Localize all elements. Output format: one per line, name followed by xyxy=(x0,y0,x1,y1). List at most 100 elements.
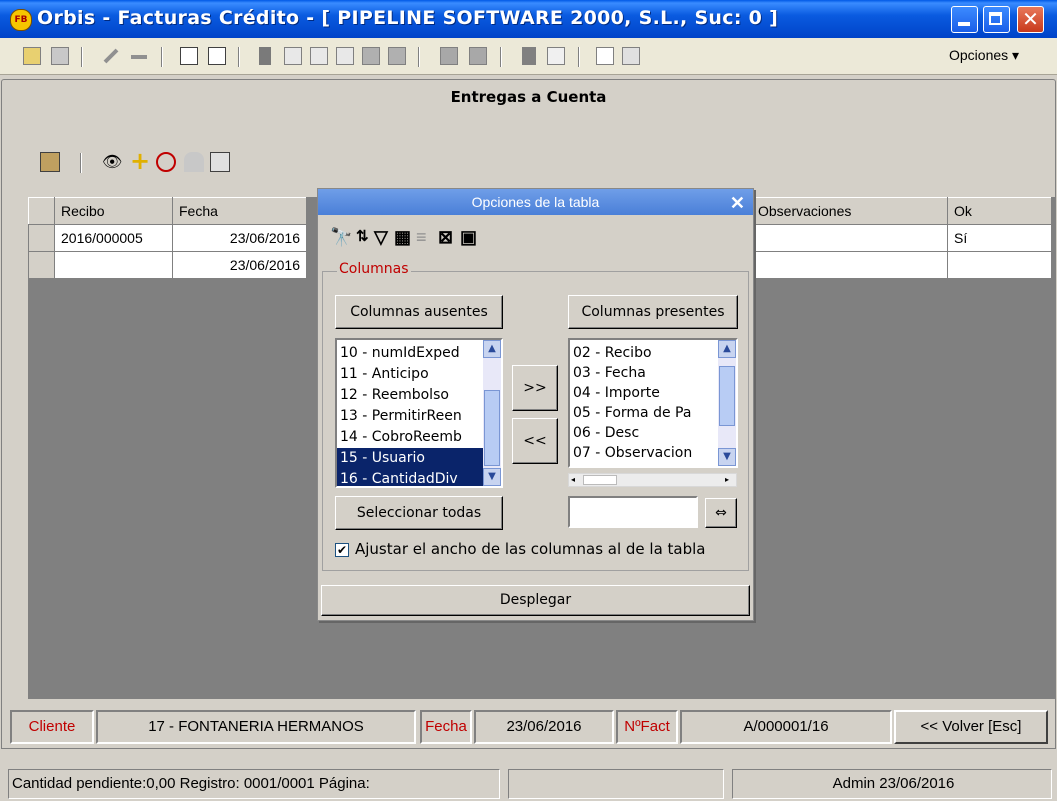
cell-observaciones[interactable] xyxy=(751,224,948,252)
print-icon[interactable] xyxy=(208,47,226,65)
document-lines-icon[interactable] xyxy=(310,47,328,65)
excel-icon[interactable]: ⊠ xyxy=(438,227,453,247)
sort-icon[interactable]: ⇅ xyxy=(356,227,369,247)
list-item[interactable]: 05 - Forma de Pa xyxy=(570,403,736,423)
minimize-button[interactable] xyxy=(951,6,978,33)
present-columns-list[interactable]: 02 - Recibo 03 - Fecha 04 - Importe 05 -… xyxy=(568,338,738,468)
column-search-input[interactable] xyxy=(568,496,698,528)
present-list-hscrollbar[interactable]: ◂ ▸ xyxy=(568,473,737,487)
column-header-fecha[interactable]: Fecha xyxy=(172,197,307,225)
chart-icon[interactable] xyxy=(547,47,565,65)
scroll-thumb[interactable] xyxy=(484,390,500,466)
cell-ok[interactable]: Sí xyxy=(947,224,1052,252)
adjust-width-checkbox[interactable]: ✔ xyxy=(335,543,349,557)
column-header-ok[interactable]: Ok xyxy=(947,197,1052,225)
scroll-down-icon[interactable]: ▼ xyxy=(718,448,736,466)
close-button[interactable]: ✕ xyxy=(1017,6,1044,33)
list-item[interactable]: 14 - CobroReemb xyxy=(337,427,501,448)
binoculars-icon[interactable]: 🔭 xyxy=(330,227,352,247)
present-list-scrollbar[interactable]: ▲ ▼ xyxy=(718,340,736,466)
remove-columns-button[interactable]: << xyxy=(512,418,558,464)
add-icon[interactable]: + xyxy=(130,149,150,173)
document-icon[interactable] xyxy=(284,47,302,65)
save-page-icon[interactable] xyxy=(622,47,640,65)
list-item[interactable]: 03 - Fecha xyxy=(570,363,736,383)
page-icon[interactable] xyxy=(596,47,614,65)
hscroll-thumb[interactable] xyxy=(583,475,617,485)
columns-icon[interactable]: ▦ xyxy=(394,227,411,247)
list-item[interactable]: 10 - numIdExped xyxy=(337,343,501,364)
list-item[interactable]: 11 - Anticipo xyxy=(337,364,501,385)
list-item[interactable]: 15 - Usuario xyxy=(337,448,501,469)
list-item[interactable]: 12 - Reembolso xyxy=(337,385,501,406)
bookmark-icon[interactable] xyxy=(522,47,536,65)
absent-list-scrollbar[interactable]: ▲ ▼ xyxy=(483,340,501,486)
minus-icon[interactable] xyxy=(130,47,148,65)
mail-icon[interactable] xyxy=(336,47,354,65)
grid-icon[interactable] xyxy=(362,47,380,65)
settings-icon[interactable] xyxy=(51,47,69,65)
list-item[interactable]: 04 - Importe xyxy=(570,383,736,403)
row-selector[interactable] xyxy=(28,251,55,279)
scroll-up-icon[interactable]: ▲ xyxy=(483,340,501,358)
back-button[interactable]: << Volver [Esc] xyxy=(894,710,1048,744)
expand-button[interactable]: Desplegar xyxy=(321,585,750,616)
cell-ok[interactable] xyxy=(947,251,1052,279)
list-item[interactable]: 07 - Observacion xyxy=(570,443,736,463)
list-item[interactable]: 16 - CantidadDiv xyxy=(337,469,501,486)
maximize-button[interactable] xyxy=(983,6,1010,33)
filter-icon[interactable]: ▽ xyxy=(374,227,388,247)
scroll-left-icon[interactable]: ◂ xyxy=(571,476,579,484)
toolbar-separator xyxy=(161,47,163,67)
row-selector[interactable] xyxy=(28,224,55,252)
table-row[interactable]: 23/06/2016 xyxy=(28,251,307,279)
tools2-icon[interactable] xyxy=(469,47,487,65)
dialog-close-icon[interactable]: ✕ xyxy=(730,190,745,216)
tools-icon[interactable] xyxy=(440,47,458,65)
list-item[interactable]: 13 - PermitirReen xyxy=(337,406,501,427)
resize-columns-button[interactable]: ⇔ xyxy=(705,498,737,528)
options-menu[interactable]: Opciones ▾ xyxy=(949,47,1019,64)
dialog-title: Opciones de la tabla xyxy=(471,194,600,210)
calculator-icon[interactable] xyxy=(388,47,406,65)
absent-columns-header: Columnas ausentes xyxy=(335,295,503,329)
select-all-button[interactable]: Seleccionar todas xyxy=(335,496,503,530)
present-columns-header: Columnas presentes xyxy=(568,295,738,329)
scroll-up-icon[interactable]: ▲ xyxy=(718,340,736,358)
column-icon[interactable] xyxy=(259,47,271,65)
table-row[interactable]: 2016/000005 23/06/2016 xyxy=(28,224,307,252)
cell-recibo[interactable]: 2016/000005 xyxy=(54,224,173,252)
settings-gear-icon[interactable] xyxy=(40,152,60,172)
pencil-icon[interactable] xyxy=(102,47,120,65)
list-item[interactable]: 06 - Desc xyxy=(570,423,736,443)
table-row[interactable] xyxy=(751,251,1052,279)
column-header-recibo[interactable]: Recibo xyxy=(54,197,173,225)
import-icon[interactable] xyxy=(23,47,41,65)
table-row[interactable]: Sí xyxy=(751,224,1052,252)
print-icon[interactable] xyxy=(210,152,230,172)
invoice-value: A/000001/16 xyxy=(680,710,892,744)
cell-observaciones[interactable] xyxy=(751,251,948,279)
delete-record-icon[interactable] xyxy=(156,152,176,172)
scroll-down-icon[interactable]: ▼ xyxy=(483,468,501,486)
rows-icon[interactable]: ≡ xyxy=(416,227,427,247)
save-icon[interactable]: ▣ xyxy=(460,227,477,247)
status-bar: Cantidad pendiente:0,00 Registro: 0001/0… xyxy=(0,766,1057,801)
title-bar: FB Orbis - Facturas Crédito - [ PIPELINE… xyxy=(0,0,1057,38)
cell-fecha[interactable]: 23/06/2016 xyxy=(172,224,307,252)
sub-toolbar: 👁 + xyxy=(2,147,1052,183)
column-header-observaciones[interactable]: Observaciones xyxy=(751,197,948,225)
cell-fecha[interactable]: 23/06/2016 xyxy=(172,251,307,279)
print-preview-icon[interactable] xyxy=(180,47,198,65)
scroll-right-icon[interactable]: ▸ xyxy=(725,476,733,484)
add-columns-button[interactable]: >> xyxy=(512,365,558,411)
date-label: Fecha xyxy=(420,710,472,744)
table-header-row: Recibo Fecha xyxy=(28,197,307,225)
absent-columns-list[interactable]: 10 - numIdExped 11 - Anticipo 12 - Reemb… xyxy=(335,338,503,488)
list-item[interactable]: 02 - Recibo xyxy=(570,343,736,363)
lock-icon[interactable] xyxy=(184,152,204,172)
status-user-date: Admin 23/06/2016 xyxy=(732,769,1052,799)
view-eye-icon[interactable]: 👁 xyxy=(102,152,122,172)
scroll-thumb[interactable] xyxy=(719,366,735,426)
cell-recibo[interactable] xyxy=(54,251,173,279)
